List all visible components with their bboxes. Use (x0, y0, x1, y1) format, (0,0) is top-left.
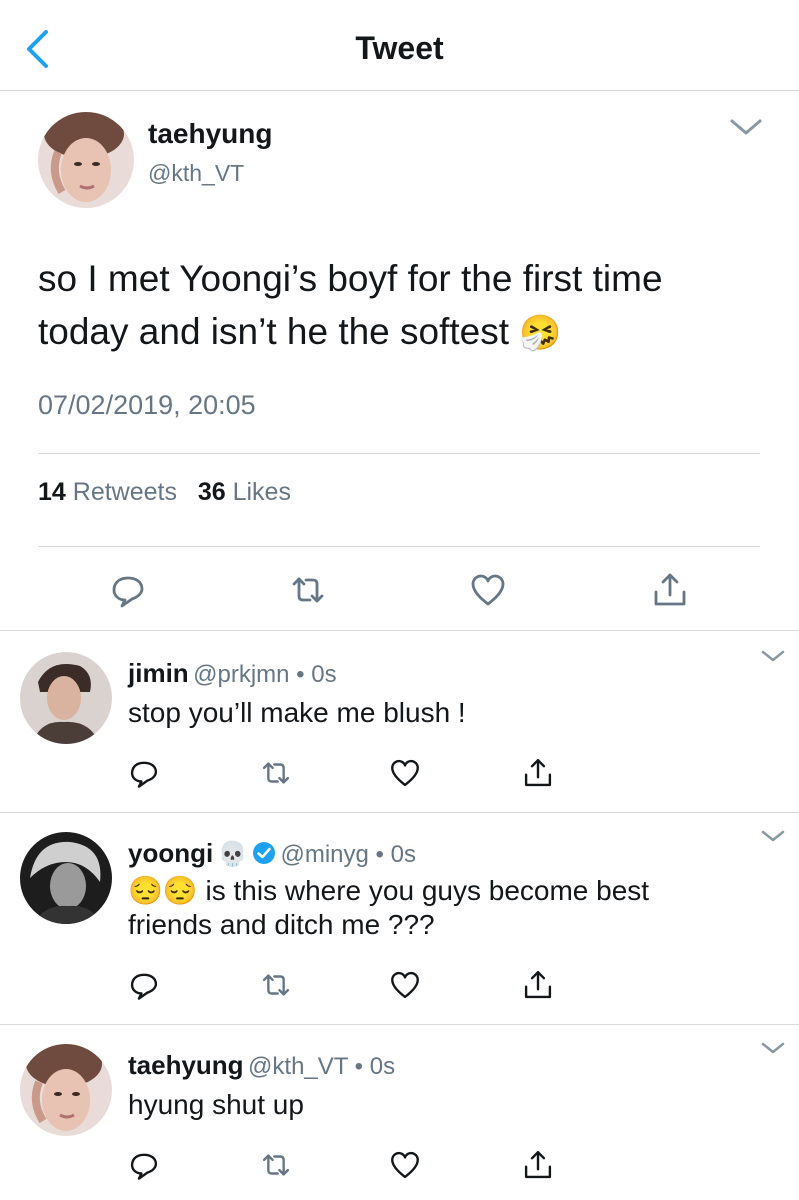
reply-header: taehyung @kth_VT • 0s (128, 1050, 395, 1081)
divider (0, 1024, 799, 1025)
chevron-down-icon[interactable] (760, 648, 786, 664)
retweet-icon[interactable] (259, 1148, 293, 1182)
retweet-label: Retweets (72, 478, 177, 506)
reply-text-line-2: friends and ditch me ??? (128, 909, 435, 940)
like-icon[interactable] (388, 1148, 422, 1182)
share-icon[interactable] (650, 570, 690, 610)
reply-icon[interactable] (127, 756, 161, 790)
like-icon[interactable] (468, 570, 508, 610)
like-icon[interactable] (388, 968, 422, 1002)
pensive-face-emoji: 😔😔 (128, 875, 198, 906)
like-count: 36 (197, 478, 226, 506)
reply-icon[interactable] (108, 570, 148, 610)
divider (0, 630, 799, 631)
tweet-timestamp: 07/02/2019, 20:05 (38, 390, 256, 420)
tweet-text: so I met Yoongi’s boyf for the first tim… (38, 252, 758, 360)
reply-meta: @kth_VT • 0s (248, 1053, 396, 1080)
retweet-icon[interactable] (288, 570, 328, 610)
verified-badge-icon (252, 841, 276, 865)
like-label: Likes (232, 478, 291, 506)
reply-author-name[interactable]: jimin (128, 658, 189, 688)
share-icon[interactable] (521, 968, 555, 1002)
avatar[interactable] (20, 652, 112, 744)
reply-header: jimin @prkjmn • 0s (128, 658, 337, 689)
avatar[interactable] (38, 112, 134, 208)
reply-meta: @prkjmn • 0s (193, 661, 337, 688)
reply-meta: @minyg • 0s (280, 841, 416, 868)
author-handle: @kth_VT (148, 160, 245, 186)
reply-icon[interactable] (127, 1148, 161, 1182)
reply-author-name[interactable]: yoongi (128, 838, 213, 868)
avatar[interactable] (20, 832, 112, 924)
sneezing-face-emoji: 🤧 (519, 314, 562, 352)
divider (0, 812, 799, 813)
share-icon[interactable] (521, 1148, 555, 1182)
avatar[interactable] (20, 1044, 112, 1136)
reply-author-name[interactable]: taehyung (128, 1050, 244, 1080)
reply-text: stop you’ll make me blush ! (128, 697, 466, 728)
tweet-text-line-2: today and isn’t he the softest 🤧 (38, 311, 562, 352)
retweet-icon[interactable] (259, 968, 293, 1002)
reply-text-line: 😔😔 is this where you guys become best (128, 875, 650, 906)
skull-emoji: 💀 (217, 841, 248, 868)
chevron-down-icon[interactable] (760, 828, 786, 844)
chevron-down-icon[interactable] (728, 116, 764, 138)
chevron-down-icon[interactable] (760, 1040, 786, 1056)
reply-header: yoongi 💀 @minyg • 0s (128, 838, 416, 869)
tweet-stats[interactable]: 14 Retweets 36 Likes (38, 478, 291, 507)
reply-text: 😔😔 is this where you guys become best fr… (128, 874, 768, 942)
author-name[interactable]: taehyung (148, 118, 272, 150)
like-icon[interactable] (388, 756, 422, 790)
share-icon[interactable] (521, 756, 555, 790)
reply-icon[interactable] (127, 968, 161, 1002)
divider (38, 453, 760, 454)
reply-text: hyung shut up (128, 1089, 304, 1120)
tweet-text-line: so I met Yoongi’s boyf for the first tim… (38, 258, 663, 299)
page-title: Tweet (355, 30, 444, 66)
divider (38, 546, 760, 547)
retweet-count: 14 (38, 478, 66, 506)
retweet-icon[interactable] (259, 756, 293, 790)
